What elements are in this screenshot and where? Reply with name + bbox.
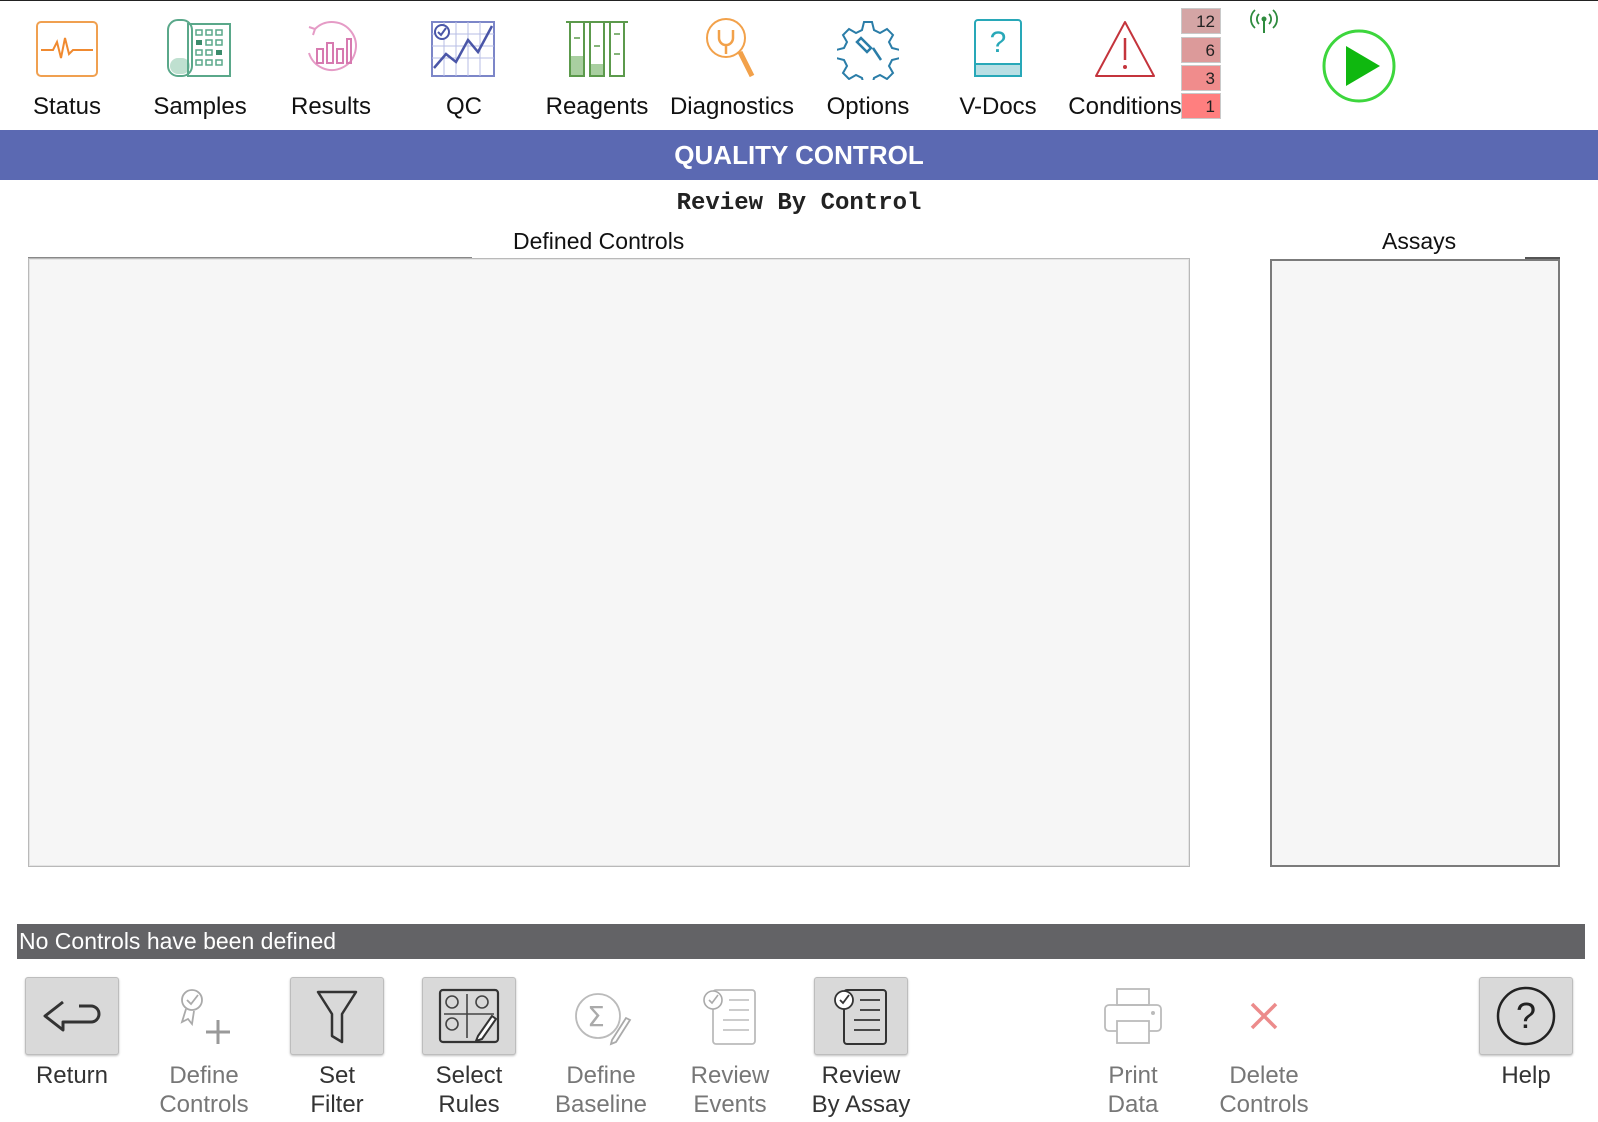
nav-label: QC [446, 93, 482, 120]
help-button[interactable]: ? Help [1460, 975, 1592, 1115]
define-controls-icon [157, 977, 251, 1055]
review-events-icon [683, 977, 777, 1055]
alert-counter-1[interactable]: 1 [1181, 93, 1221, 119]
nav-results[interactable]: Results [266, 9, 396, 127]
select-rules-button[interactable]: Select Rules [403, 975, 535, 1118]
tool-label: Define Baseline [554, 1062, 648, 1118]
page-subtitle: Review By Control [676, 190, 922, 217]
defined-controls-list[interactable] [28, 258, 1190, 867]
return-arrow-icon [25, 977, 119, 1055]
nav-qc[interactable]: QC [399, 9, 529, 127]
results-chart-icon [266, 15, 396, 83]
review-by-assay-icon [814, 977, 908, 1055]
conditions-warning-icon [1060, 15, 1190, 83]
select-rules-icon [422, 977, 516, 1055]
nav-status[interactable]: Status [2, 9, 132, 127]
return-button[interactable]: Return [6, 975, 138, 1115]
nav-reagents[interactable]: Reagents [532, 9, 662, 127]
status-waveform-icon [2, 15, 132, 83]
help-question-icon: ? [1479, 977, 1573, 1055]
set-filter-button[interactable]: Set Filter [271, 975, 403, 1118]
samples-rack-icon [135, 15, 265, 83]
svg-text:Σ: Σ [587, 1000, 605, 1033]
tool-label: Print Data [1107, 1062, 1159, 1118]
alert-counter-3[interactable]: 3 [1181, 65, 1221, 91]
tool-label: Review Events [690, 1062, 770, 1118]
alert-counter-6[interactable]: 6 [1181, 37, 1221, 63]
nav-label: Status [32, 93, 102, 120]
status-message: No Controls have been defined [17, 924, 1585, 959]
options-gear-icon [803, 15, 933, 83]
svg-text:?: ? [990, 26, 1007, 59]
define-baseline-button[interactable]: Σ Define Baseline [535, 975, 667, 1118]
nav-samples[interactable]: Samples [135, 9, 265, 127]
tool-label: Define Controls [159, 1062, 249, 1118]
tool-label: Select Rules [435, 1062, 503, 1118]
delete-controls-button[interactable]: Delete Controls [1198, 975, 1330, 1118]
review-events-button[interactable]: Review Events [664, 975, 796, 1118]
alert-counter-12[interactable]: 12 [1181, 8, 1221, 34]
vdocs-book-icon: ? [933, 15, 1063, 83]
tool-label: Review By Assay [811, 1062, 911, 1118]
tool-label: Return [35, 1062, 109, 1089]
assays-list[interactable] [1270, 259, 1560, 867]
diagnostics-wrench-icon [667, 15, 797, 83]
reagents-tubes-icon [532, 15, 662, 83]
play-icon[interactable] [1321, 28, 1397, 104]
nav-label: Results [290, 93, 372, 120]
printer-icon [1086, 977, 1180, 1055]
filter-funnel-icon [290, 977, 384, 1055]
svg-text:?: ? [1516, 995, 1536, 1036]
nav-label: Conditions [1068, 93, 1182, 120]
nav-vdocs[interactable]: ? V-Docs [933, 9, 1063, 127]
wireless-signal-icon [1250, 9, 1278, 33]
delete-x-icon [1217, 977, 1311, 1055]
define-controls-button[interactable]: Define Controls [138, 975, 270, 1118]
qc-chart-icon [399, 15, 529, 83]
nav-conditions[interactable]: Conditions [1060, 9, 1190, 127]
section-banner: QUALITY CONTROL [0, 130, 1598, 180]
nav-diagnostics[interactable]: Diagnostics [667, 9, 797, 127]
define-baseline-icon: Σ [554, 977, 648, 1055]
tool-label: Set Filter [310, 1062, 364, 1118]
print-data-button[interactable]: Print Data [1067, 975, 1199, 1118]
tool-label: Help [1501, 1062, 1551, 1089]
nav-label: Samples [153, 93, 247, 120]
review-by-assay-button[interactable]: Review By Assay [795, 975, 927, 1118]
nav-options[interactable]: Options [803, 9, 933, 127]
nav-label: Options [826, 93, 910, 120]
assays-title: Assays [1382, 228, 1457, 254]
tool-label: Delete Controls [1219, 1062, 1309, 1118]
nav-label: Diagnostics [669, 93, 795, 120]
defined-controls-title: Defined Controls [513, 228, 685, 254]
top-navigation: Status Samples Results QC Reagents Diagn… [0, 0, 1598, 130]
nav-label: Reagents [545, 93, 649, 120]
